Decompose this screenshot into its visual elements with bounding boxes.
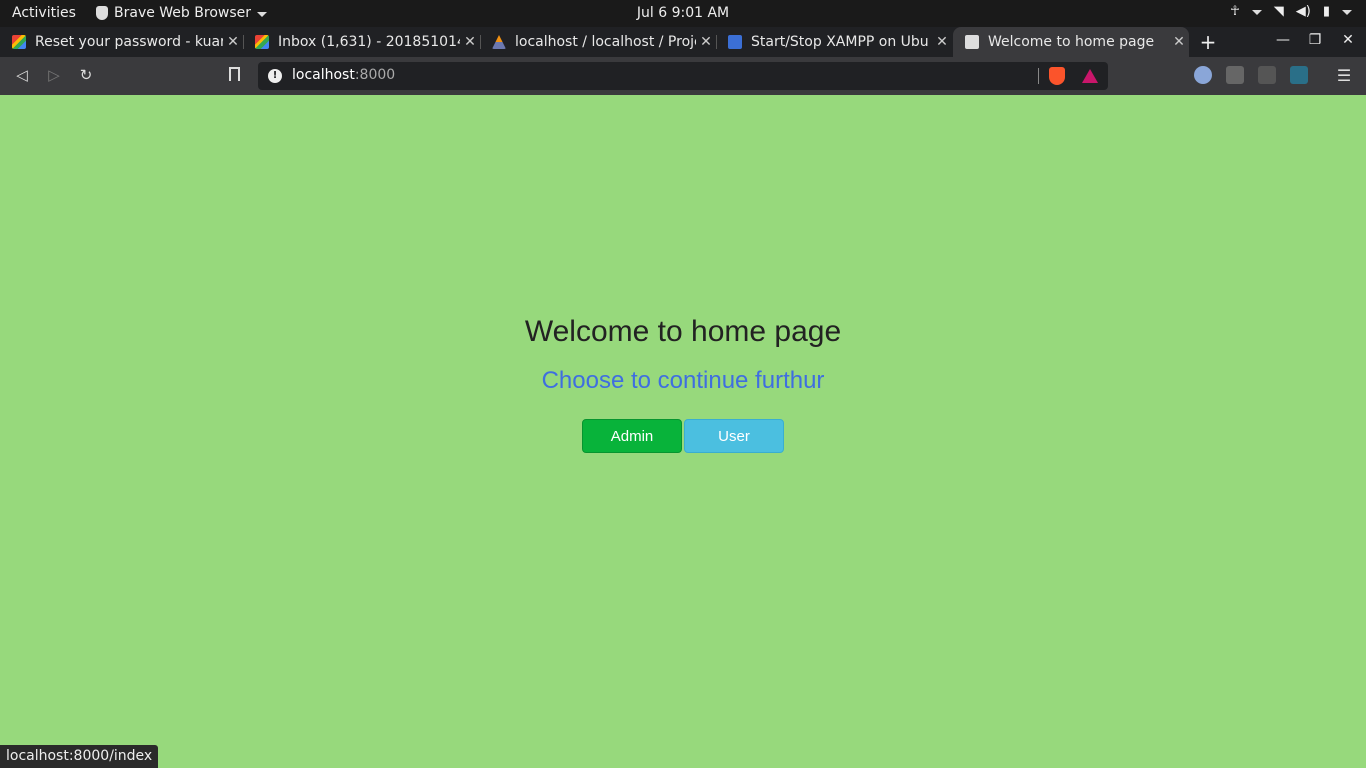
url-text[interactable]: localhost:8000 bbox=[292, 67, 395, 83]
close-tab-icon[interactable]: ✕ bbox=[1169, 34, 1189, 50]
tab-xampp[interactable]: Start/Stop XAMPP on Ubu ✕ bbox=[716, 27, 952, 57]
chevron-down-icon bbox=[1251, 10, 1262, 15]
close-window-icon[interactable]: ✕ bbox=[1339, 32, 1357, 48]
tab-inbox[interactable]: Inbox (1,631) - 201851014@ ✕ bbox=[243, 27, 481, 57]
tab-title: Inbox (1,631) - 201851014@ bbox=[278, 34, 460, 50]
app-menu[interactable]: Brave Web Browser bbox=[96, 5, 267, 21]
shield-icon bbox=[728, 35, 742, 49]
app-menu-label: Brave Web Browser bbox=[114, 5, 251, 21]
tab-strip: Reset your password - kuar ✕ Inbox (1,63… bbox=[0, 27, 1366, 57]
address-bar[interactable]: ! localhost:8000 bbox=[258, 62, 1108, 90]
phpmyadmin-icon bbox=[492, 35, 506, 49]
close-tab-icon[interactable]: ✕ bbox=[223, 34, 243, 50]
omnibox-divider bbox=[1038, 68, 1039, 84]
new-tab-button[interactable]: + bbox=[1198, 30, 1218, 54]
menu-icon[interactable]: ☰ bbox=[1336, 66, 1352, 85]
chevron-down-icon bbox=[257, 11, 267, 17]
tab-title: localhost / localhost / Proje bbox=[515, 34, 696, 50]
maximize-icon[interactable]: ❐ bbox=[1306, 32, 1324, 48]
gmail-icon bbox=[12, 35, 26, 49]
forward-icon[interactable]: ▷ bbox=[44, 65, 64, 85]
extension-icon[interactable] bbox=[1258, 66, 1276, 84]
page-subtitle: Choose to continue furthur bbox=[541, 367, 825, 394]
url-port: :8000 bbox=[354, 67, 396, 83]
tab-title: Reset your password - kuar bbox=[35, 34, 223, 50]
url-host: localhost bbox=[292, 67, 355, 83]
page-title: Welcome to home page bbox=[524, 315, 842, 348]
tab-title: Welcome to home page bbox=[988, 34, 1155, 50]
back-icon[interactable]: ◁ bbox=[12, 65, 32, 85]
activities-button[interactable]: Activities bbox=[12, 5, 76, 21]
gmail-icon bbox=[255, 35, 269, 49]
clock[interactable]: Jul 6 9:01 AM bbox=[637, 5, 729, 21]
close-tab-icon[interactable]: ✕ bbox=[932, 34, 952, 50]
wifi-icon: ◥ bbox=[1273, 4, 1284, 19]
globe-icon bbox=[965, 35, 979, 49]
reload-icon[interactable]: ↻ bbox=[76, 65, 96, 85]
system-tray[interactable]: ☥ ◥ ◀) ▮ bbox=[1230, 4, 1352, 19]
brave-shields-icon[interactable] bbox=[1049, 67, 1065, 85]
info-icon[interactable]: ! bbox=[268, 69, 282, 83]
bookmark-icon[interactable] bbox=[229, 67, 240, 81]
battery-icon: ▮ bbox=[1322, 4, 1330, 19]
brave-rewards-icon[interactable] bbox=[1082, 69, 1098, 83]
status-bubble: localhost:8000/index bbox=[0, 745, 159, 768]
volume-icon: ◀) bbox=[1295, 4, 1311, 19]
close-tab-icon[interactable]: ✕ bbox=[696, 34, 716, 50]
tab-reset-password[interactable]: Reset your password - kuar ✕ bbox=[0, 27, 244, 57]
minimize-icon[interactable]: — bbox=[1274, 32, 1292, 48]
brave-lion-icon bbox=[96, 6, 108, 20]
chevron-down-icon bbox=[1342, 10, 1352, 15]
tab-title: Start/Stop XAMPP on Ubu bbox=[751, 34, 929, 50]
admin-button[interactable]: Admin bbox=[582, 419, 682, 453]
user-button[interactable]: User bbox=[684, 419, 784, 453]
tab-welcome-active[interactable]: Welcome to home page ✕ bbox=[953, 27, 1189, 57]
close-tab-icon[interactable]: ✕ bbox=[460, 34, 480, 50]
tab-phpmyadmin[interactable]: localhost / localhost / Proje ✕ bbox=[480, 27, 717, 57]
extension-icon[interactable] bbox=[1226, 66, 1244, 84]
accessibility-icon[interactable]: ☥ bbox=[1230, 4, 1240, 19]
browser-toolbar: ◁ ▷ ↻ ! localhost:8000 ☰ bbox=[0, 57, 1366, 95]
extension-icon[interactable] bbox=[1290, 66, 1308, 84]
extension-icon[interactable] bbox=[1194, 66, 1212, 84]
page-content: Welcome to home page Choose to continue … bbox=[0, 95, 1366, 768]
system-top-bar: Activities Brave Web Browser Jul 6 9:01 … bbox=[0, 0, 1366, 27]
